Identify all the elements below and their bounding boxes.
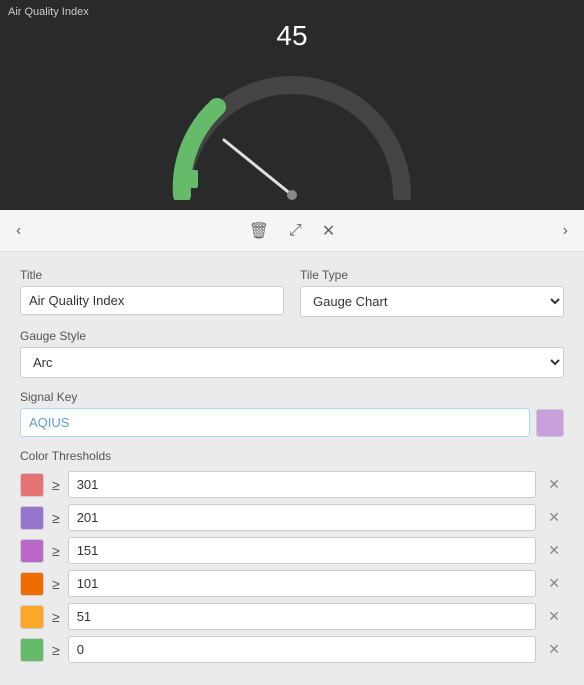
threshold-remove-button[interactable]: ✕ [544, 606, 564, 627]
title-tiletype-row: Title Tile Type Gauge Chart Line Chart B… [20, 268, 564, 317]
color-thresholds-section: Color Thresholds ≥ ✕ ≥ ✕ ≥ ✕ ≥ ✕ ≥ ✕ ≥ ✕ [20, 449, 564, 663]
threshold-row: ≥ ✕ [20, 471, 564, 498]
threshold-remove-button[interactable]: ✕ [544, 639, 564, 660]
gauge-style-label: Gauge Style [20, 329, 564, 343]
gauge-panel: Air Quality Index 45 0 500 [0, 0, 584, 210]
gauge-title: Air Quality Index [8, 6, 89, 18]
threshold-value-input[interactable] [68, 537, 537, 564]
signal-key-group: Signal Key [20, 390, 564, 437]
threshold-remove-button[interactable]: ✕ [544, 573, 564, 594]
threshold-color-5[interactable] [20, 638, 44, 662]
threshold-row: ≥ ✕ [20, 504, 564, 531]
signal-key-row: Signal Key [20, 390, 564, 437]
threshold-row: ≥ ✕ [20, 636, 564, 663]
gauge-style-group: Gauge Style Arc Semicircle Full [20, 329, 564, 378]
threshold-gte-symbol: ≥ [52, 510, 60, 526]
threshold-value-input[interactable] [68, 636, 537, 663]
threshold-remove-button[interactable]: ✕ [544, 540, 564, 561]
signal-color-swatch[interactable] [536, 409, 564, 437]
tile-type-select[interactable]: Gauge Chart Line Chart Bar Chart [300, 286, 564, 317]
threshold-gte-symbol: ≥ [52, 543, 60, 559]
back-button[interactable]: ‹ [12, 218, 25, 244]
form-panel: Title Tile Type Gauge Chart Line Chart B… [0, 252, 584, 685]
gauge-value: 45 [276, 20, 307, 52]
close-button[interactable]: ✕ [318, 217, 339, 245]
tile-type-label: Tile Type [300, 268, 564, 282]
threshold-remove-button[interactable]: ✕ [544, 474, 564, 495]
title-group: Title [20, 268, 284, 317]
threshold-row: ≥ ✕ [20, 603, 564, 630]
expand-button[interactable]: ⤢ [285, 218, 306, 244]
threshold-gte-symbol: ≥ [52, 609, 60, 625]
threshold-remove-button[interactable]: ✕ [544, 507, 564, 528]
title-input[interactable] [20, 286, 284, 315]
threshold-gte-symbol: ≥ [52, 576, 60, 592]
signal-key-input[interactable] [20, 408, 530, 437]
threshold-row: ≥ ✕ [20, 537, 564, 564]
signal-key-wrapper [20, 408, 564, 437]
toolbar-center: 🗑 ⤢ ✕ [245, 217, 340, 245]
threshold-row: ≥ ✕ [20, 570, 564, 597]
threshold-color-2[interactable] [20, 539, 44, 563]
threshold-value-input[interactable] [68, 471, 537, 498]
toolbar-left: ‹ [12, 218, 25, 244]
delete-button[interactable]: 🗑 [245, 217, 273, 245]
threshold-color-3[interactable] [20, 572, 44, 596]
thresholds-container: ≥ ✕ ≥ ✕ ≥ ✕ ≥ ✕ ≥ ✕ ≥ ✕ [20, 471, 564, 663]
signal-key-label: Signal Key [20, 390, 564, 404]
threshold-color-4[interactable] [20, 605, 44, 629]
threshold-gte-symbol: ≥ [52, 642, 60, 658]
threshold-color-0[interactable] [20, 473, 44, 497]
gauge-style-row: Gauge Style Arc Semicircle Full [20, 329, 564, 378]
title-label: Title [20, 268, 284, 282]
toolbar-right: › [559, 218, 572, 244]
gauge-style-select[interactable]: Arc Semicircle Full [20, 347, 564, 378]
forward-button[interactable]: › [559, 218, 572, 244]
threshold-color-1[interactable] [20, 506, 44, 530]
threshold-value-input[interactable] [68, 603, 537, 630]
threshold-value-input[interactable] [68, 570, 537, 597]
toolbar: ‹ 🗑 ⤢ ✕ › [0, 210, 584, 252]
thresholds-label: Color Thresholds [20, 449, 564, 463]
tile-type-group: Tile Type Gauge Chart Line Chart Bar Cha… [300, 268, 564, 317]
threshold-value-input[interactable] [68, 504, 537, 531]
threshold-gte-symbol: ≥ [52, 477, 60, 493]
gauge-chart: 0 500 [162, 60, 422, 200]
